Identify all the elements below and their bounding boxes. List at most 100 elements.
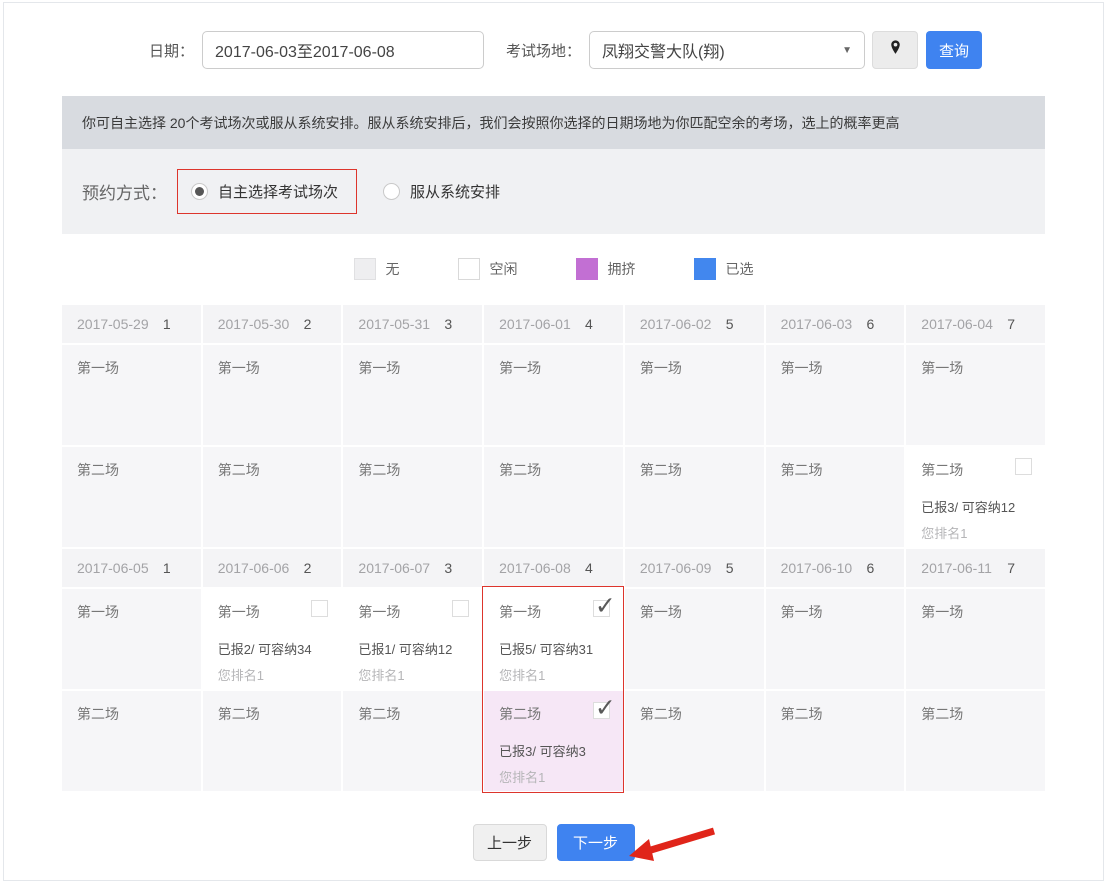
session-title: 第一场 [499,602,541,622]
week-grid: 2017-06-0512017-06-0622017-06-0732017-06… [62,549,1045,791]
day-date: 2017-06-08 [499,560,571,576]
day-date: 2017-06-03 [781,316,853,332]
session-title: 第一场 [781,602,823,622]
session-checkbox[interactable] [311,600,328,617]
session-title: 第一场 [499,358,541,378]
day-date: 2017-06-07 [358,560,430,576]
session-rank: 您排名1 [499,665,545,684]
day-number: 1 [163,316,171,332]
session-cell[interactable]: 第二场已报3/ 可容纳12您排名1 [906,447,1045,547]
legend-label: 无 [386,259,400,279]
session-cell[interactable]: 第一场已报5/ 可容纳31您排名1 [484,589,623,689]
session-cell[interactable]: 第一场已报1/ 可容纳12您排名1 [343,589,482,689]
day-date: 2017-06-05 [77,560,149,576]
session-rank: 您排名1 [499,767,545,786]
day-number: 5 [726,316,734,332]
session-cell: 第一场 [484,345,623,445]
session-title: 第一场 [358,602,400,622]
legend-item-crowded: 拥挤 [576,258,636,280]
day-header: 2017-06-09 5 [625,549,764,587]
day-date: 2017-06-04 [921,316,993,332]
location-button[interactable] [872,31,918,69]
session-capacity: 已报3/ 可容纳3 [499,741,586,760]
legend-label: 空闲 [490,259,518,279]
day-date: 2017-06-09 [640,560,712,576]
session-title: 第二场 [77,704,119,724]
chevron-down-icon: ▼ [842,45,852,56]
session-cell: 第二场 [62,447,201,547]
footer-actions: 上一步 下一步 [4,824,1103,861]
session-checkbox[interactable] [593,702,610,719]
query-button[interactable]: 查询 [926,31,982,69]
day-number: 7 [1007,560,1015,576]
legend-swatch-free [458,258,480,280]
legend-swatch-none [354,258,376,280]
day-number: 2 [304,560,312,576]
session-cell: 第一场 [62,589,201,689]
session-title: 第二场 [499,704,541,724]
radio-selected-icon[interactable] [191,183,208,200]
session-cell: 第一场 [766,345,905,445]
session-cell: 第一场 [203,345,342,445]
legend-item-selected: 已选 [694,258,754,280]
legend-item-free: 空闲 [458,258,518,280]
session-cell: 第二场 [203,691,342,791]
day-number: 4 [585,560,593,576]
location-pin-icon [887,39,904,61]
session-cell: 第一场 [766,589,905,689]
session-cell: 第一场 [625,589,764,689]
session-checkbox[interactable] [452,600,469,617]
next-step-button[interactable]: 下一步 [557,824,635,861]
session-title: 第二场 [77,460,119,480]
session-cell: 第一场 [906,345,1045,445]
radio-option-self-select[interactable]: 自主选择考试场次 [177,169,357,214]
notice-text: 你可自主选择 20个考试场次或服从系统安排。服从系统安排后，我们会按照你选择的日… [82,113,899,133]
session-title: 第二场 [921,704,963,724]
radio-option-label: 自主选择考试场次 [218,181,338,202]
session-title: 第一场 [218,602,260,622]
day-header: 2017-05-29 1 [62,305,201,343]
session-rank: 您排名1 [921,523,967,542]
date-range-input[interactable] [202,31,484,69]
session-title: 第一场 [921,358,963,378]
radio-option-label: 服从系统安排 [410,181,500,202]
session-rank: 您排名1 [358,665,404,684]
prev-step-button[interactable]: 上一步 [473,824,547,861]
radio-unselected-icon[interactable] [383,183,400,200]
session-title: 第二场 [921,460,963,480]
session-title: 第一场 [77,358,119,378]
day-number: 5 [726,560,734,576]
radio-option-system-arrange[interactable]: 服从系统安排 [383,181,500,202]
session-title: 第一场 [640,358,682,378]
session-cell: 第一场 [906,589,1045,689]
day-header: 2017-06-062 [203,549,342,587]
day-number: 4 [585,316,593,332]
session-title: 第一场 [781,358,823,378]
session-title: 第一场 [77,602,119,622]
day-header: 2017-06-08 4 [484,549,623,587]
session-cell: 第二场 [906,691,1045,791]
legend-label: 拥挤 [608,259,636,279]
session-title: 第一场 [218,358,260,378]
session-cell: 第二场 [766,691,905,791]
day-number: 3 [444,316,452,332]
day-number: 1 [163,560,171,576]
red-arrow-annotation [626,826,718,868]
session-checkbox[interactable] [593,600,610,617]
day-date: 2017-06-11 [921,560,992,576]
day-date: 2017-05-29 [77,316,149,332]
session-title: 第一场 [921,602,963,622]
session-checkbox[interactable] [1015,458,1032,475]
session-cell: 第二场 [62,691,201,791]
day-number: 6 [866,560,874,576]
session-cell: 第一场 [343,345,482,445]
session-rank: 您排名1 [218,665,264,684]
session-title: 第二场 [218,704,260,724]
session-cell[interactable]: 第一场已报2/ 可容纳34 您排名1 [203,589,342,689]
session-cell[interactable]: 第二场已报3/ 可容纳3 您排名1 [484,691,623,791]
day-date: 2017-05-30 [218,316,290,332]
session-cell: 第二场 [484,447,623,547]
session-cell: 第二场 [766,447,905,547]
venue-select[interactable]: 凤翔交警大队(翔) ▼ [589,31,865,69]
session-capacity: 已报2/ 可容纳34 [218,639,312,658]
